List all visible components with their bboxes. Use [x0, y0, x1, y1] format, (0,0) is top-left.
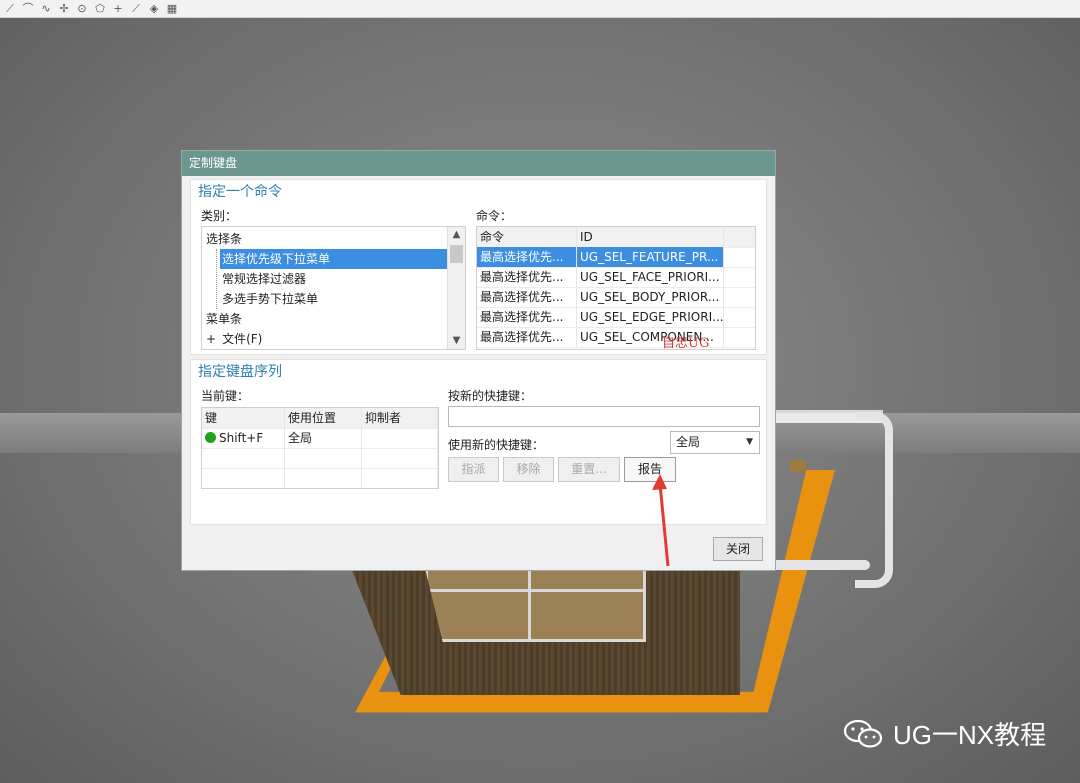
customize-keyboard-dialog: 定制键盘 指定一个命令 类别： 命令： 选择条 选择优先级下拉菜单 常规选择过滤…	[181, 150, 776, 571]
command-table[interactable]: 命令 ID 最高选择优先... UG_SEL_FEATURE_PR... 最高选…	[476, 226, 756, 350]
empty-cell	[362, 468, 438, 488]
annotation-arrow-icon	[652, 474, 670, 567]
close-button[interactable]: 关闭	[713, 537, 763, 561]
category-scrollbar[interactable]: ▲ ▼	[447, 227, 465, 349]
chevron-down-icon[interactable]: ▼	[746, 432, 753, 453]
column-header-command[interactable]: 命令	[477, 227, 577, 247]
table-row[interactable]: 最高选择优先... UG_SEL_FEATURE_PR...	[477, 247, 755, 268]
model-peg	[790, 460, 806, 472]
table-row-empty	[202, 468, 438, 488]
scroll-up-icon[interactable]: ▲	[448, 227, 465, 243]
section-title-assign-keys: 指定键盘序列	[198, 364, 282, 380]
tree-item-label: 多选手势下拉菜单	[222, 292, 319, 306]
tree-item[interactable]: 菜单条	[202, 309, 242, 329]
tree-item-label: 选择条	[206, 232, 243, 246]
scope-cell: 全局	[285, 428, 362, 448]
model-rail-bottom	[770, 560, 870, 570]
tree-item-label: 选择优先级下拉菜单	[222, 252, 331, 266]
tree-item-label: 菜单条	[206, 312, 243, 326]
model-window	[425, 568, 646, 642]
empty-cell	[202, 468, 285, 488]
brand-watermark: UG一NX教程	[843, 715, 1046, 752]
slash-icon[interactable]: ⟋	[130, 2, 142, 15]
brand-text: UG一NX教程	[893, 720, 1047, 750]
polygon-icon[interactable]: ⬠	[94, 2, 106, 15]
table-row[interactable]: Shift+F 全局	[202, 428, 438, 449]
tool-icon[interactable]: ◈	[148, 2, 160, 15]
tree-item-selected[interactable]: 选择优先级下拉菜单	[220, 249, 449, 269]
plus-icon[interactable]: +	[112, 2, 124, 15]
point-icon[interactable]: ✢	[58, 2, 70, 15]
id-cell: UG_SEL_EDGE_PRIORI...	[577, 307, 724, 327]
empty-cell	[285, 468, 362, 488]
key-text: Shift+F	[219, 431, 264, 445]
table-icon[interactable]: ▦	[166, 2, 178, 15]
table-header: 命令 ID	[477, 227, 755, 248]
command-cell: 最高选择优先...	[477, 327, 577, 347]
category-label: 类别：	[201, 209, 238, 223]
command-cell: 最高选择优先...	[477, 307, 577, 327]
tree-item[interactable]: 常规选择过滤器	[220, 269, 306, 289]
command-label: 命令：	[476, 209, 513, 223]
assign-button[interactable]: 指派	[448, 457, 499, 482]
reset-button[interactable]: 重置...	[558, 457, 620, 482]
command-cell: 最高选择优先...	[477, 247, 577, 267]
tree-item-label: 常规选择过滤器	[222, 272, 307, 286]
circle-center-icon[interactable]: ⊙	[76, 2, 88, 15]
category-tree[interactable]: 选择条 选择优先级下拉菜单 常规选择过滤器 多选手势下拉菜单 菜单条 + 文件(F…	[201, 226, 466, 350]
column-header-id[interactable]: ID	[577, 227, 724, 247]
scroll-down-icon[interactable]: ▼	[448, 333, 465, 349]
spline-icon[interactable]: ∿	[40, 2, 52, 15]
tree-item[interactable]: 选择条	[202, 229, 242, 249]
tree-item[interactable]: + 文件(F)	[202, 329, 262, 349]
dialog-title[interactable]: 定制键盘	[182, 151, 775, 176]
suppressed-by-cell	[362, 428, 438, 448]
table-row[interactable]: 最高选择优先... UG_SEL_FACE_PRIORI...	[477, 267, 755, 288]
section-title-assign-command: 指定一个命令	[198, 184, 282, 200]
scope-dropdown[interactable]: 全局 ▼	[670, 431, 760, 454]
wechat-icon	[843, 719, 883, 748]
line-icon[interactable]: ⟋	[4, 2, 16, 15]
id-cell: UG_SEL_BODY_PRIOR...	[577, 287, 724, 307]
active-status-icon	[205, 432, 216, 443]
column-header-scope[interactable]: 使用位置	[285, 408, 362, 428]
scope-dropdown-value: 全局	[676, 435, 701, 449]
expand-icon[interactable]: +	[206, 332, 216, 346]
table-row[interactable]: 最高选择优先... UG_SEL_BODY_PRIOR...	[477, 287, 755, 308]
table-row[interactable]: 最高选择优先... UG_SEL_EDGE_PRIORI...	[477, 307, 755, 328]
tree-item[interactable]: 多选手势下拉菜单	[220, 289, 318, 309]
column-header-key[interactable]: 键	[202, 408, 285, 428]
remove-button[interactable]: 移除	[503, 457, 554, 482]
table-row-empty	[202, 448, 438, 469]
column-header-suppressed-by[interactable]: 抑制者	[362, 408, 438, 428]
id-cell: UG_SEL_FACE_PRIORI...	[577, 267, 724, 287]
arc-icon[interactable]: ⌒	[22, 2, 34, 15]
overlay-watermark: 自忠UG	[662, 336, 710, 351]
empty-cell	[362, 448, 438, 468]
new-shortcut-input[interactable]	[448, 406, 760, 427]
tree-item-label: 文件(F)	[222, 332, 263, 346]
use-new-shortcut-label: 使用新的快捷键：	[448, 438, 545, 452]
key-cell: Shift+F	[202, 428, 285, 448]
command-cell: 最高选择优先...	[477, 267, 577, 287]
scroll-thumb[interactable]	[450, 245, 463, 263]
table-row[interactable]: 最高选择优先... UG_SEL_COMPONEN...	[477, 327, 755, 348]
table-header: 键 使用位置 抑制者	[202, 408, 438, 429]
top-toolbar: ⟋ ⌒ ∿ ✢ ⊙ ⬠ + ⟋ ◈ ▦	[0, 0, 1080, 18]
empty-cell	[202, 448, 285, 468]
new-shortcut-label: 按新的快捷键：	[448, 389, 533, 403]
command-cell: 最高选择优先...	[477, 287, 577, 307]
current-keys-table[interactable]: 键 使用位置 抑制者 Shift+F 全局	[201, 407, 439, 489]
empty-cell	[285, 448, 362, 468]
current-keys-label: 当前键：	[201, 389, 250, 403]
tree-guide	[216, 249, 217, 309]
id-cell: UG_SEL_FEATURE_PR...	[577, 247, 724, 267]
